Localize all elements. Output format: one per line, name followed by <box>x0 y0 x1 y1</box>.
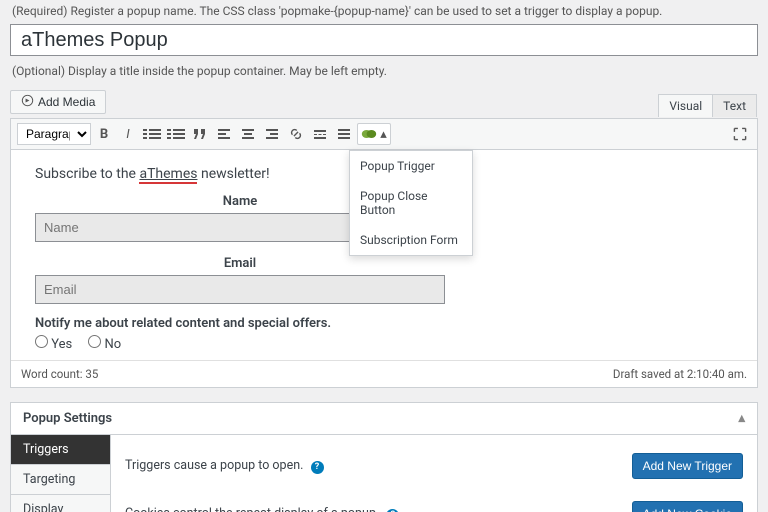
align-left-button[interactable] <box>213 123 235 145</box>
toolbar-toggle-button[interactable] <box>333 123 355 145</box>
media-icon <box>21 94 34 110</box>
insert-popup-dropdown: Popup Trigger Popup Close Button Subscri… <box>349 150 473 256</box>
popup-name-input[interactable] <box>10 24 758 56</box>
dropdown-popup-close[interactable]: Popup Close Button <box>350 181 472 225</box>
dropdown-popup-trigger[interactable]: Popup Trigger <box>350 151 472 181</box>
insert-popup-menu-button[interactable]: ▴ <box>357 123 391 145</box>
link-button[interactable] <box>285 123 307 145</box>
panel-toggle-icon[interactable]: ▴ <box>738 411 745 426</box>
athemes-link[interactable]: aThemes <box>139 166 197 184</box>
popup-title-hint: (Optional) Display a title inside the po… <box>0 60 768 84</box>
tab-text[interactable]: Text <box>712 94 757 117</box>
triggers-desc: Triggers cause a popup to open. <box>125 458 303 473</box>
tab-visual[interactable]: Visual <box>658 94 713 117</box>
sidebar-item-targeting[interactable]: Targeting <box>11 465 110 495</box>
add-media-label: Add Media <box>38 95 95 109</box>
numbered-list-button[interactable] <box>165 123 187 145</box>
fullscreen-button[interactable] <box>729 123 751 145</box>
popup-name-hint: (Required) Register a popup name. The CS… <box>0 0 768 24</box>
bold-button[interactable]: B <box>93 123 115 145</box>
settings-content: Triggers cause a popup to open. ? Add Ne… <box>111 435 757 512</box>
word-count: Word count: 35 <box>21 367 98 381</box>
dropdown-subscription-form[interactable]: Subscription Form <box>350 225 472 255</box>
draft-saved: Draft saved at 2:10:40 am. <box>613 367 747 381</box>
notify-text: Notify me about related content and spec… <box>35 316 733 331</box>
add-new-trigger-button[interactable]: Add New Trigger <box>632 453 743 479</box>
popup-settings-panel: Popup Settings ▴ Triggers Targeting Disp… <box>10 402 758 512</box>
email-label: Email <box>35 256 445 271</box>
align-center-button[interactable] <box>237 123 259 145</box>
radio-no[interactable]: No <box>88 335 121 352</box>
format-select[interactable]: Paragraph <box>17 123 91 145</box>
bulleted-list-button[interactable] <box>141 123 163 145</box>
align-right-button[interactable] <box>261 123 283 145</box>
sidebar-item-display[interactable]: Display <box>11 495 110 512</box>
settings-sidebar: Triggers Targeting Display Close <box>11 435 111 512</box>
email-field[interactable] <box>35 275 445 304</box>
sidebar-item-triggers[interactable]: Triggers <box>11 435 110 465</box>
help-icon[interactable]: ? <box>311 461 324 474</box>
cookies-desc: Cookies control the repeat display of a … <box>125 506 379 512</box>
add-media-button[interactable]: Add Media <box>10 90 106 114</box>
editor-statusbar: Word count: 35 Draft saved at 2:10:40 am… <box>11 360 757 387</box>
editor: Visual Text Paragraph B I ▴ Popup Trigge… <box>10 118 758 388</box>
popup-settings-title: Popup Settings <box>23 411 112 426</box>
editor-toolbar: Paragraph B I ▴ <box>11 119 757 150</box>
italic-button[interactable]: I <box>117 123 139 145</box>
blockquote-button[interactable] <box>189 123 211 145</box>
radio-yes[interactable]: Yes <box>35 335 72 352</box>
chevron-up-icon: ▴ <box>380 127 387 142</box>
insert-more-button[interactable] <box>309 123 331 145</box>
add-new-cookie-button[interactable]: Add New Cookie <box>632 501 743 512</box>
